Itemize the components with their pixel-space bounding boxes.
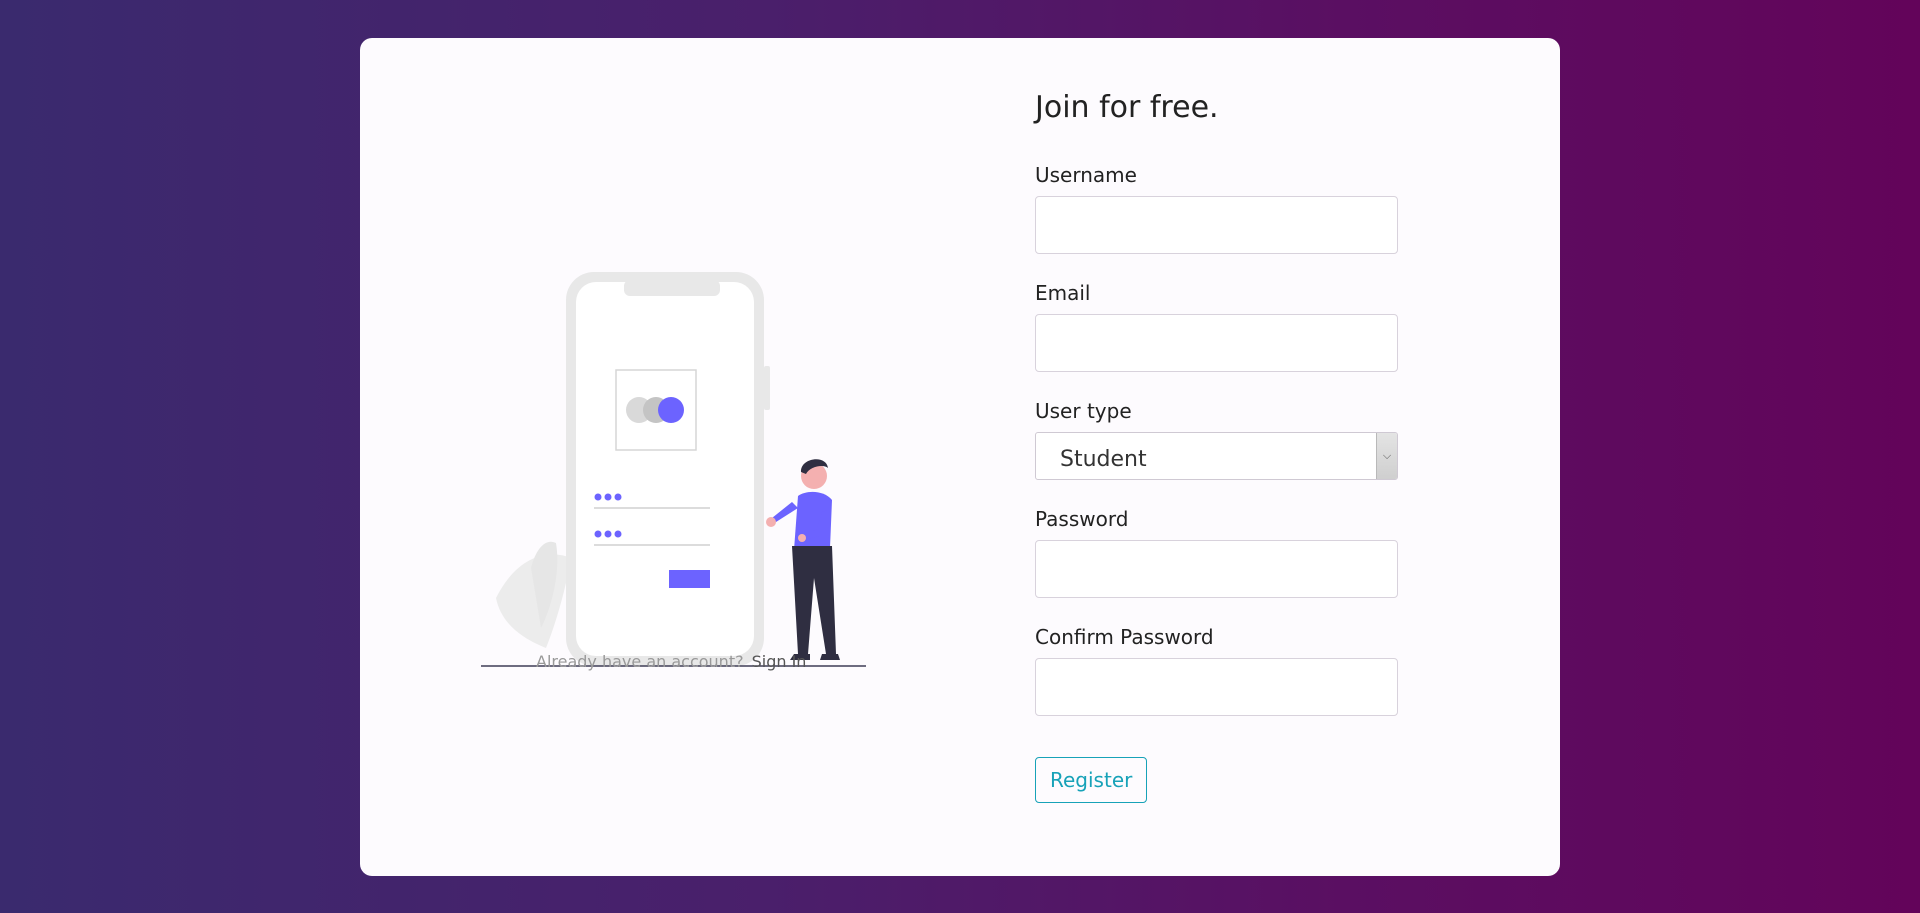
register-form: Join for free. Username Email User type … [1035, 88, 1400, 803]
signin-link[interactable]: Sign In [752, 652, 807, 671]
confirm-password-input[interactable] [1035, 658, 1398, 716]
register-button[interactable]: Register [1035, 757, 1148, 803]
username-label: Username [1035, 163, 1137, 187]
register-card: Already have an account? Sign In Join for… [360, 38, 1560, 876]
signin-prompt: Already have an account? [536, 652, 744, 671]
confirm-password-label: Confirm Password [1035, 625, 1214, 649]
user-type-select[interactable]: Student ⌵ [1035, 432, 1398, 480]
login-illustration [481, 272, 866, 667]
chevron-down-icon[interactable]: ⌵ [1376, 433, 1397, 479]
user-type-value: Student [1060, 447, 1147, 472]
email-label: Email [1035, 281, 1091, 305]
username-input[interactable] [1035, 196, 1398, 254]
person-figure [766, 459, 840, 660]
signin-prompt-row: Already have an account? Sign In [536, 652, 806, 671]
form-title: Join for free. [1035, 90, 1219, 125]
user-type-label: User type [1035, 399, 1132, 423]
password-input[interactable] [1035, 540, 1398, 598]
email-input[interactable] [1035, 314, 1398, 372]
password-label: Password [1035, 507, 1129, 531]
